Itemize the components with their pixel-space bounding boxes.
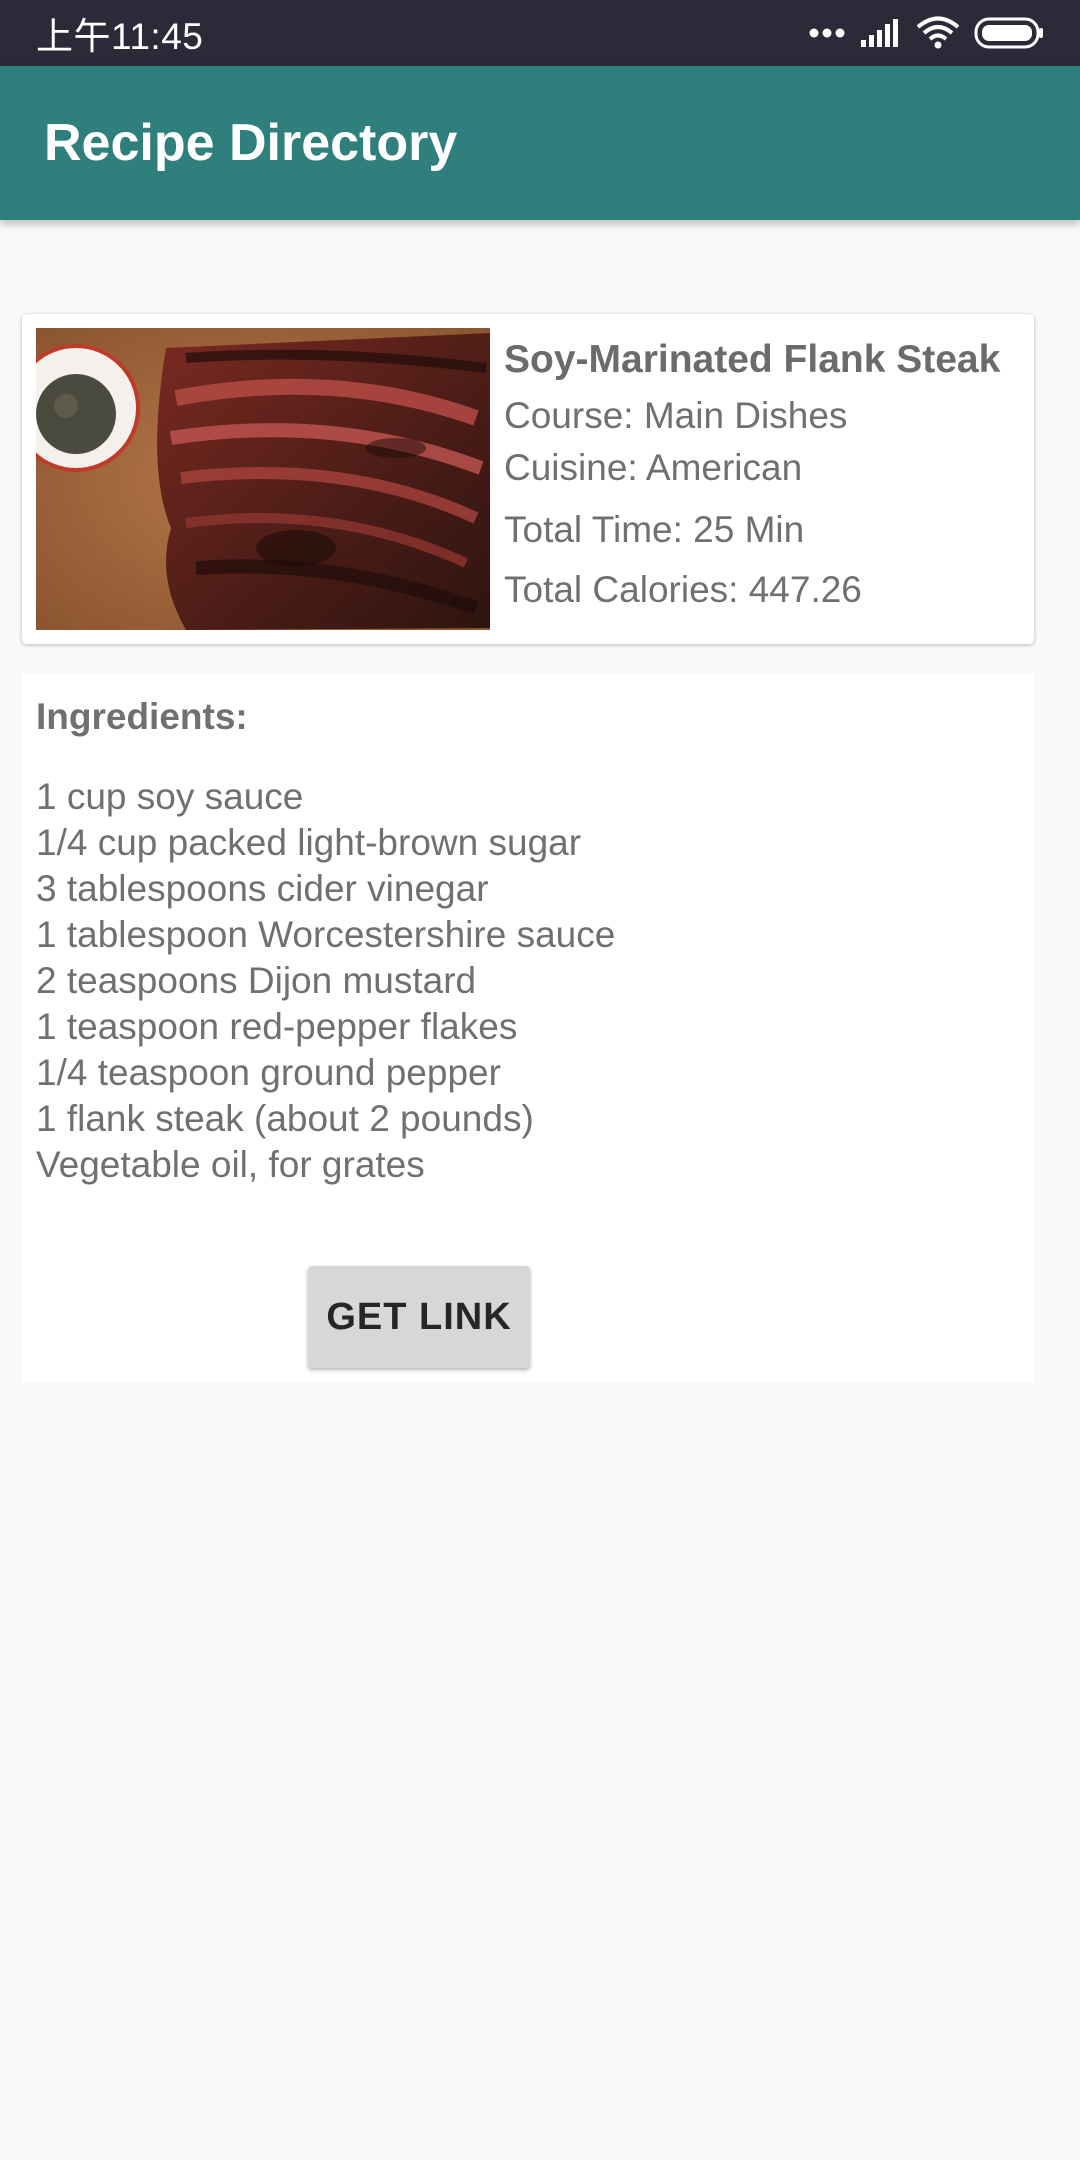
ingredient-item: Vegetable oil, for grates [36,1144,425,1185]
more-dots-icon [808,27,846,39]
ingredient-item: 1/4 teaspoon ground pepper [36,1052,501,1093]
ingredients-list: 1 cup soy sauce 1/4 cup packed light-bro… [36,774,615,1188]
recipe-total-calories: Total Calories: 447.26 [504,569,862,610]
ingredient-item: 2 teaspoons Dijon mustard [36,960,477,1001]
recipe-title: Soy-Marinated Flank Steak [504,338,1001,381]
status-bar: 上午11:45 [0,0,1080,66]
ingredient-item: 1 cup soy sauce [36,776,304,817]
battery-icon [974,17,1044,49]
recipe-cuisine: Cuisine: American [504,447,803,488]
ingredients-heading: Ingredients: [36,696,248,737]
recipe-card[interactable]: Soy-Marinated Flank Steak Course: Main D… [22,314,1034,644]
status-time: 上午11:45 [36,16,204,57]
recipe-course: Course: Main Dishes [504,395,848,436]
recipe-image [36,328,490,630]
signal-icon [860,18,902,48]
ingredient-item: 1 teaspoon red-pepper flakes [36,1006,518,1047]
wifi-icon [916,16,960,50]
recipe-total-time: Total Time: 25 Min [504,509,805,550]
ingredient-item: 1 flank steak (about 2 pounds) [36,1098,534,1139]
status-icons [808,16,1044,50]
app-title: Recipe Directory [44,114,458,172]
ingredient-item: 1/4 cup packed light-brown sugar [36,822,582,863]
ingredient-item: 3 tablespoons cider vinegar [36,868,489,909]
recipe-info: Soy-Marinated Flank Steak Course: Main D… [504,332,1024,616]
ingredients-panel: Ingredients: 1 cup soy sauce 1/4 cup pac… [22,674,1034,1382]
ingredient-item: 1 tablespoon Worcestershire sauce [36,914,616,955]
get-link-button[interactable]: GET LINK [308,1266,530,1368]
app-bar: Recipe Directory [0,66,1080,220]
